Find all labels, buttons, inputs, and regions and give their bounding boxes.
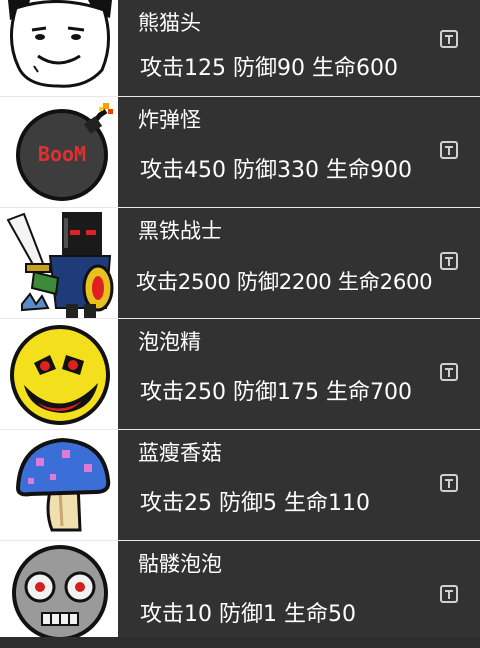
monster-info: 炸弹怪 攻击450 防御330 生命900	[118, 97, 480, 207]
monster-name: 熊猫头	[138, 11, 201, 35]
monster-row-black-iron-warrior[interactable]: 黑铁战士 攻击2500 防御2200 生命2600	[0, 208, 480, 319]
monster-avatar	[0, 208, 118, 318]
monster-info: 泡泡精 攻击250 防御175 生命700	[118, 319, 480, 429]
monster-stats: 攻击10 防御1 生命50	[140, 602, 356, 627]
monster-name: 炸弹怪	[138, 108, 201, 132]
monster-stats: 攻击450 防御330 生命900	[140, 158, 412, 183]
monster-info: 黑铁战士 攻击2500 防御2200 生命2600	[118, 208, 480, 318]
bomb-monster-icon: BooM	[16, 103, 113, 201]
skull-bubble-icon	[12, 545, 108, 637]
monster-row-panda-head[interactable]: 熊猫头 攻击125 防御90 生命600	[0, 0, 480, 97]
monster-avatar: BooM	[0, 97, 118, 207]
text-format-icon[interactable]	[440, 585, 458, 603]
monster-name: 骷髅泡泡	[138, 552, 222, 576]
monster-avatar	[0, 541, 118, 637]
monster-name: 黑铁战士	[138, 219, 222, 243]
monster-row-bomb[interactable]: BooM 炸弹怪 攻击450 防御330 生命900	[0, 97, 480, 208]
text-format-icon[interactable]	[440, 252, 458, 270]
monster-name: 蓝瘦香菇	[138, 441, 222, 465]
bubble-spirit-icon	[10, 325, 110, 425]
monster-avatar	[0, 0, 118, 96]
text-format-icon[interactable]	[440, 141, 458, 159]
monster-name: 泡泡精	[138, 330, 201, 354]
monster-stats: 攻击2500 防御2200 生命2600	[136, 269, 433, 294]
panda-head-meme-icon	[8, 0, 112, 88]
monster-avatar	[0, 319, 118, 429]
monster-list: 熊猫头 攻击125 防御90 生命600 BooM 炸弹怪 攻击450 防御33…	[0, 0, 480, 648]
monster-stats: 攻击250 防御175 生命700	[140, 380, 412, 405]
text-format-icon[interactable]	[440, 30, 458, 48]
text-format-icon[interactable]	[440, 363, 458, 381]
black-iron-warrior-icon	[6, 212, 114, 318]
monster-row-bubble-spirit[interactable]: 泡泡精 攻击250 防御175 生命700	[0, 319, 480, 430]
monster-info: 蓝瘦香菇 攻击25 防御5 生命110	[118, 430, 480, 540]
monster-row-blue-mushroom[interactable]: 蓝瘦香菇 攻击25 防御5 生命110	[0, 430, 480, 541]
bomb-label: BooM	[38, 142, 86, 166]
monster-avatar	[0, 430, 118, 540]
blue-mushroom-icon	[15, 437, 111, 532]
text-format-icon[interactable]	[440, 474, 458, 492]
monster-row-skull-bubble[interactable]: 骷髅泡泡 攻击10 防御1 生命50	[0, 541, 480, 637]
monster-info: 熊猫头 攻击125 防御90 生命600	[118, 0, 480, 96]
monster-info: 骷髅泡泡 攻击10 防御1 生命50	[118, 541, 480, 637]
monster-stats: 攻击25 防御5 生命110	[140, 491, 370, 516]
monster-stats: 攻击125 防御90 生命600	[140, 56, 398, 81]
